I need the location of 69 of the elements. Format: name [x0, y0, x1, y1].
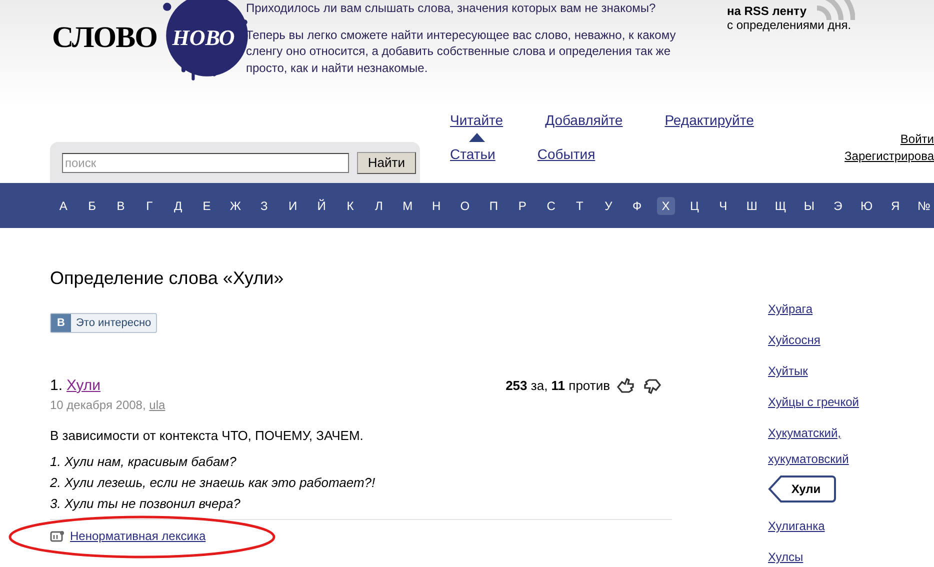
tag-icon [50, 530, 65, 542]
definition-text: В зависимости от контекста ЧТО, ПОЧЕМУ, ЗАЧЕМ. [50, 428, 364, 443]
letter-link[interactable]: Я [886, 196, 905, 214]
thumbs-up-icon[interactable] [616, 378, 636, 394]
intro-text: Приходилось ли вам слышать слова, значения которых вам не знакомы? [246, 0, 657, 16]
letter-link[interactable]: Ж [224, 196, 246, 214]
letter-link[interactable]: В [112, 196, 130, 214]
example-text: 3. Хули ты не позвонил вчера? [50, 495, 242, 513]
logo-text: НОВО [172, 24, 235, 50]
letter-link[interactable]: Ш [741, 196, 762, 214]
letter-link[interactable]: Е [198, 196, 216, 214]
letter-link[interactable]: Г [141, 196, 158, 214]
letter-link[interactable]: Ч [714, 196, 732, 214]
word-link[interactable]: Хуйтык [768, 356, 878, 387]
letter-link[interactable]: Л [370, 196, 388, 214]
example-text: 2. Хули лезешь, если не знаешь как это работает?! [50, 474, 376, 492]
letter-link[interactable]: Т [571, 196, 588, 214]
subnav-link[interactable]: События [537, 146, 596, 162]
letter-link[interactable]: С [542, 196, 560, 214]
intro-text: Теперь вы легко сможете найти интересующее вас слово, неважно, к какому сленгу оно относится, а добавить собственные слова и определения так же просто, как и найти незнакомые. [246, 26, 677, 76]
letter-link[interactable]: Б [83, 196, 101, 214]
rss-link[interactable]: на RSS ленту [727, 4, 887, 18]
letter-link[interactable]: Х [656, 196, 675, 214]
letter-link[interactable]: Щ [770, 196, 792, 214]
current-word-tag: Хули [768, 475, 836, 503]
nav-tab[interactable]: Редактируйте [664, 112, 754, 142]
word-link[interactable]: Хулсы [768, 542, 878, 567]
auth-link[interactable]: Зарегистрирова [844, 149, 934, 163]
letter-link[interactable]: № [912, 196, 934, 214]
letter-link[interactable]: К [342, 196, 359, 214]
letter-link[interactable]: П [484, 196, 503, 214]
letter-link[interactable]: Н [426, 196, 446, 214]
letter-link[interactable]: О [455, 196, 475, 214]
letter-link[interactable]: Э [828, 196, 848, 214]
letter-link[interactable]: А [54, 196, 72, 214]
vote-count: 253 за, 11 против [506, 378, 610, 393]
letter-link[interactable]: И [284, 196, 302, 214]
nav-tab[interactable]: Добавляйте [545, 112, 623, 142]
example-text: 1. Хули нам, красивым бабам? [50, 453, 238, 471]
letter-link[interactable]: Ы [798, 196, 820, 214]
word-link[interactable]: Хулиганка [768, 511, 878, 542]
rss-caption: с определениями дня. [727, 18, 852, 32]
author-link[interactable]: ula [149, 398, 166, 412]
letter-link[interactable]: Ю [856, 196, 878, 214]
entry-date: 10 декабря 2008, [50, 398, 146, 412]
nav-tab[interactable]: Читайте [450, 112, 504, 142]
letter-link[interactable]: Й [312, 196, 331, 214]
page-title: Определение слова «Хули» [50, 268, 285, 289]
letter-link[interactable]: Р [513, 196, 532, 214]
tag-link[interactable]: Ненормативная лексика [70, 529, 206, 543]
word-link[interactable]: Хуйрага [768, 294, 878, 325]
entry-number: 1. [50, 377, 63, 394]
thumbs-down-icon[interactable] [642, 378, 662, 394]
like-button[interactable]: В Это интересно [50, 313, 158, 333]
word-link[interactable]: Хули [66, 377, 100, 394]
search-button[interactable]: Найти [356, 152, 416, 174]
subnav-link[interactable]: Статьи [450, 146, 496, 162]
letter-link[interactable]: Ф [628, 196, 647, 214]
letter-link[interactable]: Д [169, 196, 188, 214]
word-link[interactable]: Хуйцы с гречкой [768, 387, 878, 418]
logo-text: СЛОВО [52, 20, 157, 54]
word-link[interactable]: Хукуматский, хукуматовский [768, 420, 878, 472]
letter-link[interactable]: З [256, 196, 273, 214]
search-field[interactable]: поиск [62, 152, 349, 172]
auth-link[interactable]: Войти [900, 132, 934, 146]
word-link[interactable]: Хуйсосня [768, 325, 878, 356]
letter-link[interactable]: У [600, 196, 618, 214]
letter-link[interactable]: Ц [685, 196, 704, 214]
letter-link[interactable]: М [398, 196, 418, 214]
